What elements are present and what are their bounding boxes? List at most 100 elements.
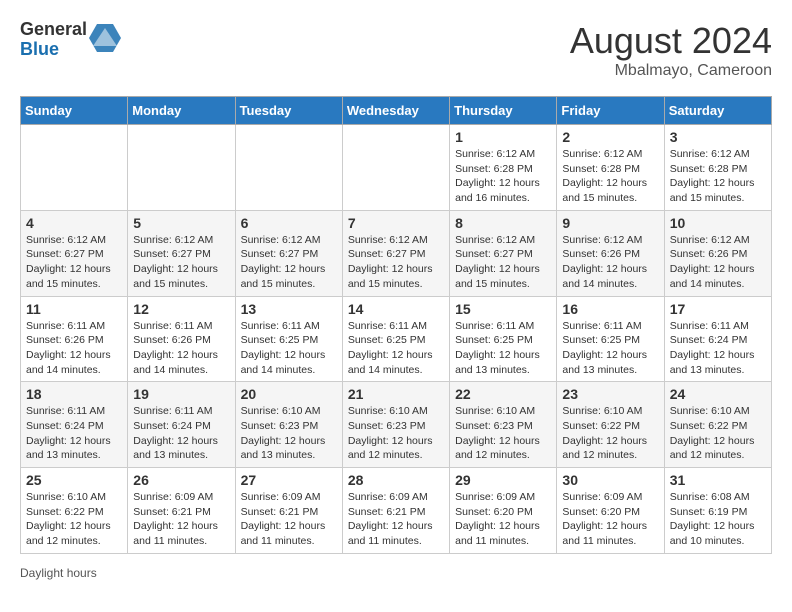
calendar-cell <box>235 125 342 211</box>
calendar-cell <box>21 125 128 211</box>
day-number: 12 <box>133 301 229 317</box>
day-number: 25 <box>26 472 122 488</box>
title-block: August 2024 Mbalmayo, Cameroon <box>570 20 772 80</box>
day-number: 8 <box>455 215 551 231</box>
calendar-cell: 30 Sunrise: 6:09 AM Sunset: 6:20 PM Dayli… <box>557 468 664 554</box>
calendar-cell: 9 Sunrise: 6:12 AM Sunset: 6:26 PM Daylig… <box>557 210 664 296</box>
day-info: Sunrise: 6:09 AM Sunset: 6:21 PM Dayligh… <box>241 490 337 549</box>
day-info: Sunrise: 6:10 AM Sunset: 6:23 PM Dayligh… <box>455 404 551 463</box>
calendar-header-row: SundayMondayTuesdayWednesdayThursdayFrid… <box>21 97 772 125</box>
calendar-cell: 8 Sunrise: 6:12 AM Sunset: 6:27 PM Daylig… <box>450 210 557 296</box>
day-info: Sunrise: 6:12 AM Sunset: 6:27 PM Dayligh… <box>455 233 551 292</box>
calendar-cell: 12 Sunrise: 6:11 AM Sunset: 6:26 PM Dayli… <box>128 296 235 382</box>
calendar-week-row: 18 Sunrise: 6:11 AM Sunset: 6:24 PM Dayli… <box>21 382 772 468</box>
calendar-cell: 18 Sunrise: 6:11 AM Sunset: 6:24 PM Dayli… <box>21 382 128 468</box>
day-number: 13 <box>241 301 337 317</box>
logo-general: General <box>20 20 87 40</box>
day-number: 2 <box>562 129 658 145</box>
calendar-cell: 15Sunrise: 6:11 AM Sunset: 6:25 PM Dayli… <box>450 296 557 382</box>
location: Mbalmayo, Cameroon <box>570 62 772 80</box>
day-info: Sunrise: 6:11 AM Sunset: 6:24 PM Dayligh… <box>133 404 229 463</box>
calendar-cell: 13 Sunrise: 6:11 AM Sunset: 6:25 PM Dayli… <box>235 296 342 382</box>
calendar-day-header: Wednesday <box>342 97 449 125</box>
day-number: 18 <box>26 386 122 402</box>
day-number: 20 <box>241 386 337 402</box>
calendar-week-row: 4 Sunrise: 6:12 AM Sunset: 6:27 PM Daylig… <box>21 210 772 296</box>
day-info: Sunrise: 6:09 AM Sunset: 6:21 PM Dayligh… <box>133 490 229 549</box>
logo: General Blue <box>20 20 121 60</box>
day-info: Sunrise: 6:11 AM Sunset: 6:24 PM Dayligh… <box>670 319 766 378</box>
day-number: 4 <box>26 215 122 231</box>
day-info: Sunrise: 6:11 AM Sunset: 6:26 PM Dayligh… <box>133 319 229 378</box>
calendar-cell: 10Sunrise: 6:12 AM Sunset: 6:26 PM Dayli… <box>664 210 771 296</box>
day-info: Sunrise: 6:12 AM Sunset: 6:28 PM Dayligh… <box>455 147 551 206</box>
day-number: 5 <box>133 215 229 231</box>
calendar-cell: 22 Sunrise: 6:10 AM Sunset: 6:23 PM Dayli… <box>450 382 557 468</box>
day-info: Sunrise: 6:12 AM Sunset: 6:27 PM Dayligh… <box>348 233 444 292</box>
calendar-cell: 4Sunrise: 6:12 AM Sunset: 6:27 PM Daylig… <box>21 210 128 296</box>
calendar-cell: 17 Sunrise: 6:11 AM Sunset: 6:24 PM Dayli… <box>664 296 771 382</box>
calendar-cell: 16 Sunrise: 6:11 AM Sunset: 6:25 PM Dayli… <box>557 296 664 382</box>
day-info: Sunrise: 6:08 AM Sunset: 6:19 PM Dayligh… <box>670 490 766 549</box>
day-number: 16 <box>562 301 658 317</box>
calendar-day-header: Friday <box>557 97 664 125</box>
page-header: General Blue August 2024 Mbalmayo, Camer… <box>20 20 772 80</box>
day-number: 1 <box>455 129 551 145</box>
day-number: 22 <box>455 386 551 402</box>
logo-text: General Blue <box>20 20 87 60</box>
day-number: 27 <box>241 472 337 488</box>
day-info: Sunrise: 6:10 AM Sunset: 6:22 PM Dayligh… <box>26 490 122 549</box>
day-number: 26 <box>133 472 229 488</box>
day-info: Sunrise: 6:11 AM Sunset: 6:24 PM Dayligh… <box>26 404 122 463</box>
calendar-cell: 23Sunrise: 6:10 AM Sunset: 6:22 PM Dayli… <box>557 382 664 468</box>
calendar-cell: 20Sunrise: 6:10 AM Sunset: 6:23 PM Dayli… <box>235 382 342 468</box>
day-info: Sunrise: 6:11 AM Sunset: 6:25 PM Dayligh… <box>455 319 551 378</box>
day-number: 7 <box>348 215 444 231</box>
calendar-cell <box>128 125 235 211</box>
calendar-cell: 6Sunrise: 6:12 AM Sunset: 6:27 PM Daylig… <box>235 210 342 296</box>
footer: Daylight hours <box>20 566 772 580</box>
logo-icon <box>89 24 121 56</box>
day-info: Sunrise: 6:12 AM Sunset: 6:28 PM Dayligh… <box>562 147 658 206</box>
day-info: Sunrise: 6:10 AM Sunset: 6:23 PM Dayligh… <box>348 404 444 463</box>
calendar-cell: 31 Sunrise: 6:08 AM Sunset: 6:19 PM Dayli… <box>664 468 771 554</box>
daylight-label: Daylight hours <box>20 566 97 580</box>
calendar-day-header: Monday <box>128 97 235 125</box>
calendar-cell: 5Sunrise: 6:12 AM Sunset: 6:27 PM Daylig… <box>128 210 235 296</box>
day-number: 21 <box>348 386 444 402</box>
day-number: 19 <box>133 386 229 402</box>
calendar-week-row: 11 Sunrise: 6:11 AM Sunset: 6:26 PM Dayli… <box>21 296 772 382</box>
calendar-cell: 26 Sunrise: 6:09 AM Sunset: 6:21 PM Dayli… <box>128 468 235 554</box>
day-info: Sunrise: 6:12 AM Sunset: 6:28 PM Dayligh… <box>670 147 766 206</box>
day-number: 24 <box>670 386 766 402</box>
day-number: 28 <box>348 472 444 488</box>
day-info: Sunrise: 6:09 AM Sunset: 6:20 PM Dayligh… <box>562 490 658 549</box>
day-number: 14 <box>348 301 444 317</box>
calendar-week-row: 25 Sunrise: 6:10 AM Sunset: 6:22 PM Dayli… <box>21 468 772 554</box>
calendar-cell: 3 Sunrise: 6:12 AM Sunset: 6:28 PM Daylig… <box>664 125 771 211</box>
calendar-cell: 27 Sunrise: 6:09 AM Sunset: 6:21 PM Dayli… <box>235 468 342 554</box>
day-number: 30 <box>562 472 658 488</box>
calendar-cell: 7 Sunrise: 6:12 AM Sunset: 6:27 PM Daylig… <box>342 210 449 296</box>
calendar-cell: 2 Sunrise: 6:12 AM Sunset: 6:28 PM Daylig… <box>557 125 664 211</box>
day-number: 31 <box>670 472 766 488</box>
calendar-day-header: Tuesday <box>235 97 342 125</box>
calendar-cell: 28Sunrise: 6:09 AM Sunset: 6:21 PM Dayli… <box>342 468 449 554</box>
day-number: 17 <box>670 301 766 317</box>
day-number: 9 <box>562 215 658 231</box>
calendar-day-header: Sunday <box>21 97 128 125</box>
day-info: Sunrise: 6:10 AM Sunset: 6:22 PM Dayligh… <box>562 404 658 463</box>
logo-blue: Blue <box>20 40 87 60</box>
day-info: Sunrise: 6:11 AM Sunset: 6:26 PM Dayligh… <box>26 319 122 378</box>
day-info: Sunrise: 6:12 AM Sunset: 6:26 PM Dayligh… <box>562 233 658 292</box>
day-info: Sunrise: 6:11 AM Sunset: 6:25 PM Dayligh… <box>562 319 658 378</box>
day-number: 29 <box>455 472 551 488</box>
day-number: 10 <box>670 215 766 231</box>
day-number: 3 <box>670 129 766 145</box>
calendar-cell: 14Sunrise: 6:11 AM Sunset: 6:25 PM Dayli… <box>342 296 449 382</box>
calendar-cell: 24Sunrise: 6:10 AM Sunset: 6:22 PM Dayli… <box>664 382 771 468</box>
day-number: 6 <box>241 215 337 231</box>
day-info: Sunrise: 6:11 AM Sunset: 6:25 PM Dayligh… <box>241 319 337 378</box>
calendar-cell: 11 Sunrise: 6:11 AM Sunset: 6:26 PM Dayli… <box>21 296 128 382</box>
day-number: 11 <box>26 301 122 317</box>
